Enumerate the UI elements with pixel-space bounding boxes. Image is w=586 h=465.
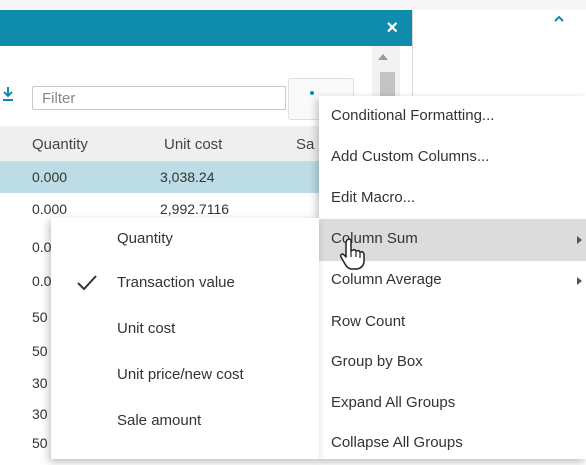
cell-quantity: 50	[32, 309, 48, 325]
menu-item-label: Edit Macro...	[331, 189, 416, 206]
table-row[interactable]: 0.000 3,038.24	[0, 162, 330, 193]
menu-item-expand-all-groups[interactable]: Expand All Groups	[319, 383, 586, 425]
menu-item-label: Column Average	[331, 271, 442, 288]
cell-quantity: 30	[32, 375, 48, 391]
menu-item-add-custom-columns[interactable]: Add Custom Columns...	[319, 137, 586, 179]
submenu-arrow-icon	[577, 277, 582, 285]
submenu-item-transaction-value[interactable]: Transaction value	[51, 262, 319, 308]
more-icon[interactable]	[310, 91, 314, 95]
submenu-item-unit-price-new-cost[interactable]: Unit price/new cost	[51, 354, 319, 400]
submenu-item-label: Unit price/new cost	[117, 366, 244, 383]
menu-item-group-by-box[interactable]: Group by Box	[319, 342, 586, 384]
submenu-item-unit-cost[interactable]: Unit cost	[51, 308, 319, 354]
cell-quantity: 0.000	[32, 169, 68, 185]
menu-item-label: Expand All Groups	[331, 394, 456, 411]
cell-quantity: 0.0	[32, 273, 52, 289]
context-menu: Conditional Formatting... Add Custom Col…	[319, 96, 586, 459]
menu-item-edit-macro[interactable]: Edit Macro...	[319, 178, 586, 220]
column-header-sale[interactable]: Sa	[296, 136, 314, 153]
menu-item-label: Row Count	[331, 313, 406, 330]
cell-quantity: 0.000	[32, 201, 68, 217]
submenu-item-label: Quantity	[117, 230, 173, 247]
filter-input[interactable]	[32, 86, 286, 110]
cell-quantity: 50	[32, 435, 48, 451]
menu-item-label: Collapse All Groups	[331, 434, 463, 451]
column-header-quantity[interactable]: Quantity	[32, 136, 88, 153]
submenu-item-label: Transaction value	[117, 274, 235, 291]
table-header: Quantity Unit cost Sa	[0, 126, 330, 162]
column-header-unit-cost[interactable]: Unit cost	[164, 136, 222, 153]
hand-cursor-icon	[340, 238, 365, 270]
submenu-item-sale-amount[interactable]: Sale amount	[51, 400, 319, 446]
submenu-item-label: Sale amount	[117, 412, 202, 429]
cell-unit-cost: 2,992.7116	[160, 201, 230, 217]
dialog-title-bar: ×	[0, 10, 412, 46]
submenu-item-quantity[interactable]: Quantity	[51, 218, 319, 264]
menu-item-conditional-formatting[interactable]: Conditional Formatting...	[319, 96, 586, 138]
menu-item-label: Conditional Formatting...	[331, 107, 495, 124]
column-sum-submenu: Quantity Transaction value Unit cost Uni…	[51, 218, 319, 459]
cell-quantity: 0.0	[32, 239, 52, 255]
submenu-arrow-icon	[577, 236, 582, 244]
submenu-item-label: Unit cost	[117, 320, 176, 337]
download-icon[interactable]	[3, 87, 13, 101]
cell-quantity: 30	[32, 406, 48, 422]
top-strip	[0, 0, 586, 10]
menu-item-label: Group by Box	[331, 353, 423, 370]
menu-item-label: Add Custom Columns...	[331, 148, 490, 165]
cell-quantity: 50	[32, 343, 48, 359]
checkmark-icon	[77, 275, 97, 291]
menu-item-row-count[interactable]: Row Count	[319, 302, 586, 344]
collapse-icon[interactable]	[554, 14, 564, 24]
cell-unit-cost: 3,038.24	[160, 169, 215, 185]
scroll-up-icon[interactable]	[378, 54, 388, 60]
close-icon[interactable]: ×	[386, 16, 398, 40]
